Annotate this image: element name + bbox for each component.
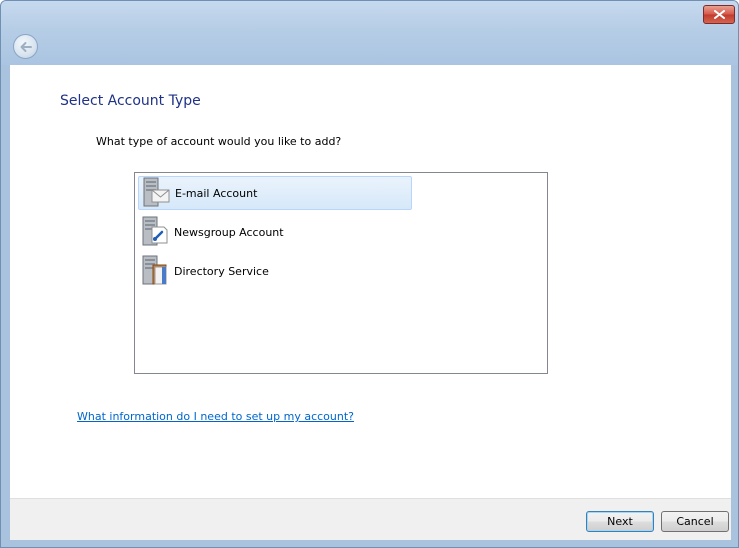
next-button[interactable]: Next: [586, 511, 654, 532]
list-item-directory-service[interactable]: Directory Service: [138, 254, 412, 288]
newsgroup-account-icon: [138, 215, 172, 249]
list-item-label: E-mail Account: [175, 186, 258, 200]
list-item-email-account[interactable]: E-mail Account: [138, 176, 412, 210]
account-type-question: What type of account would you like to a…: [96, 135, 342, 148]
close-button[interactable]: [703, 5, 735, 24]
list-item-label: Directory Service: [174, 264, 269, 278]
title-bar: [1, 1, 738, 65]
wizard-footer: Next Cancel: [10, 498, 731, 540]
dialog-window: Select Account Type What type of account…: [0, 0, 739, 548]
page-title: Select Account Type: [60, 93, 201, 109]
email-account-icon: [139, 176, 173, 210]
list-item-label: Newsgroup Account: [174, 225, 284, 239]
account-info-help-link[interactable]: What information do I need to set up my …: [77, 410, 354, 423]
close-icon: [714, 10, 725, 19]
list-item-newsgroup-account[interactable]: Newsgroup Account: [138, 215, 412, 249]
back-button[interactable]: [13, 34, 38, 59]
directory-service-icon: [138, 254, 172, 288]
cancel-button[interactable]: Cancel: [661, 511, 729, 532]
account-type-list[interactable]: E-mail Account Newsgroup Account Directo…: [134, 172, 548, 374]
wizard-content: Select Account Type What type of account…: [10, 65, 731, 498]
back-arrow-icon: [20, 42, 32, 52]
